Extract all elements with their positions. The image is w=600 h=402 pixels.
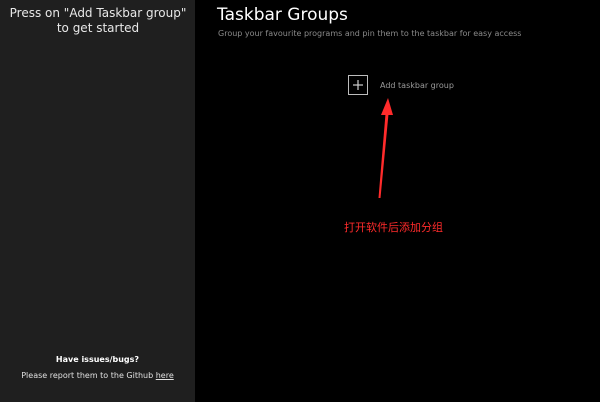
plus-icon[interactable] bbox=[348, 75, 368, 95]
github-link[interactable]: here bbox=[156, 371, 174, 380]
issues-text-label: Please report them to the Github bbox=[21, 371, 154, 380]
page-subtitle: Group your favourite programs and pin th… bbox=[218, 29, 522, 38]
add-taskbar-group-button[interactable]: Add taskbar group bbox=[348, 73, 454, 97]
page-title: Taskbar Groups bbox=[217, 5, 348, 25]
issues-title: Have issues/bugs? bbox=[55, 355, 140, 364]
sidebar: Press on "Add Taskbar group" to get star… bbox=[0, 0, 195, 402]
arrow-up-icon bbox=[378, 98, 393, 198]
issues-text: Please report them to the Github here bbox=[0, 371, 195, 380]
sidebar-prompt: Press on "Add Taskbar group" to get star… bbox=[9, 6, 187, 35]
annotation-text: 打开软件后添加分组 bbox=[344, 221, 443, 234]
main-panel: Taskbar Groups Group your favourite prog… bbox=[195, 0, 600, 402]
app-window: Press on "Add Taskbar group" to get star… bbox=[0, 0, 600, 402]
add-taskbar-group-label: Add taskbar group bbox=[380, 80, 454, 90]
